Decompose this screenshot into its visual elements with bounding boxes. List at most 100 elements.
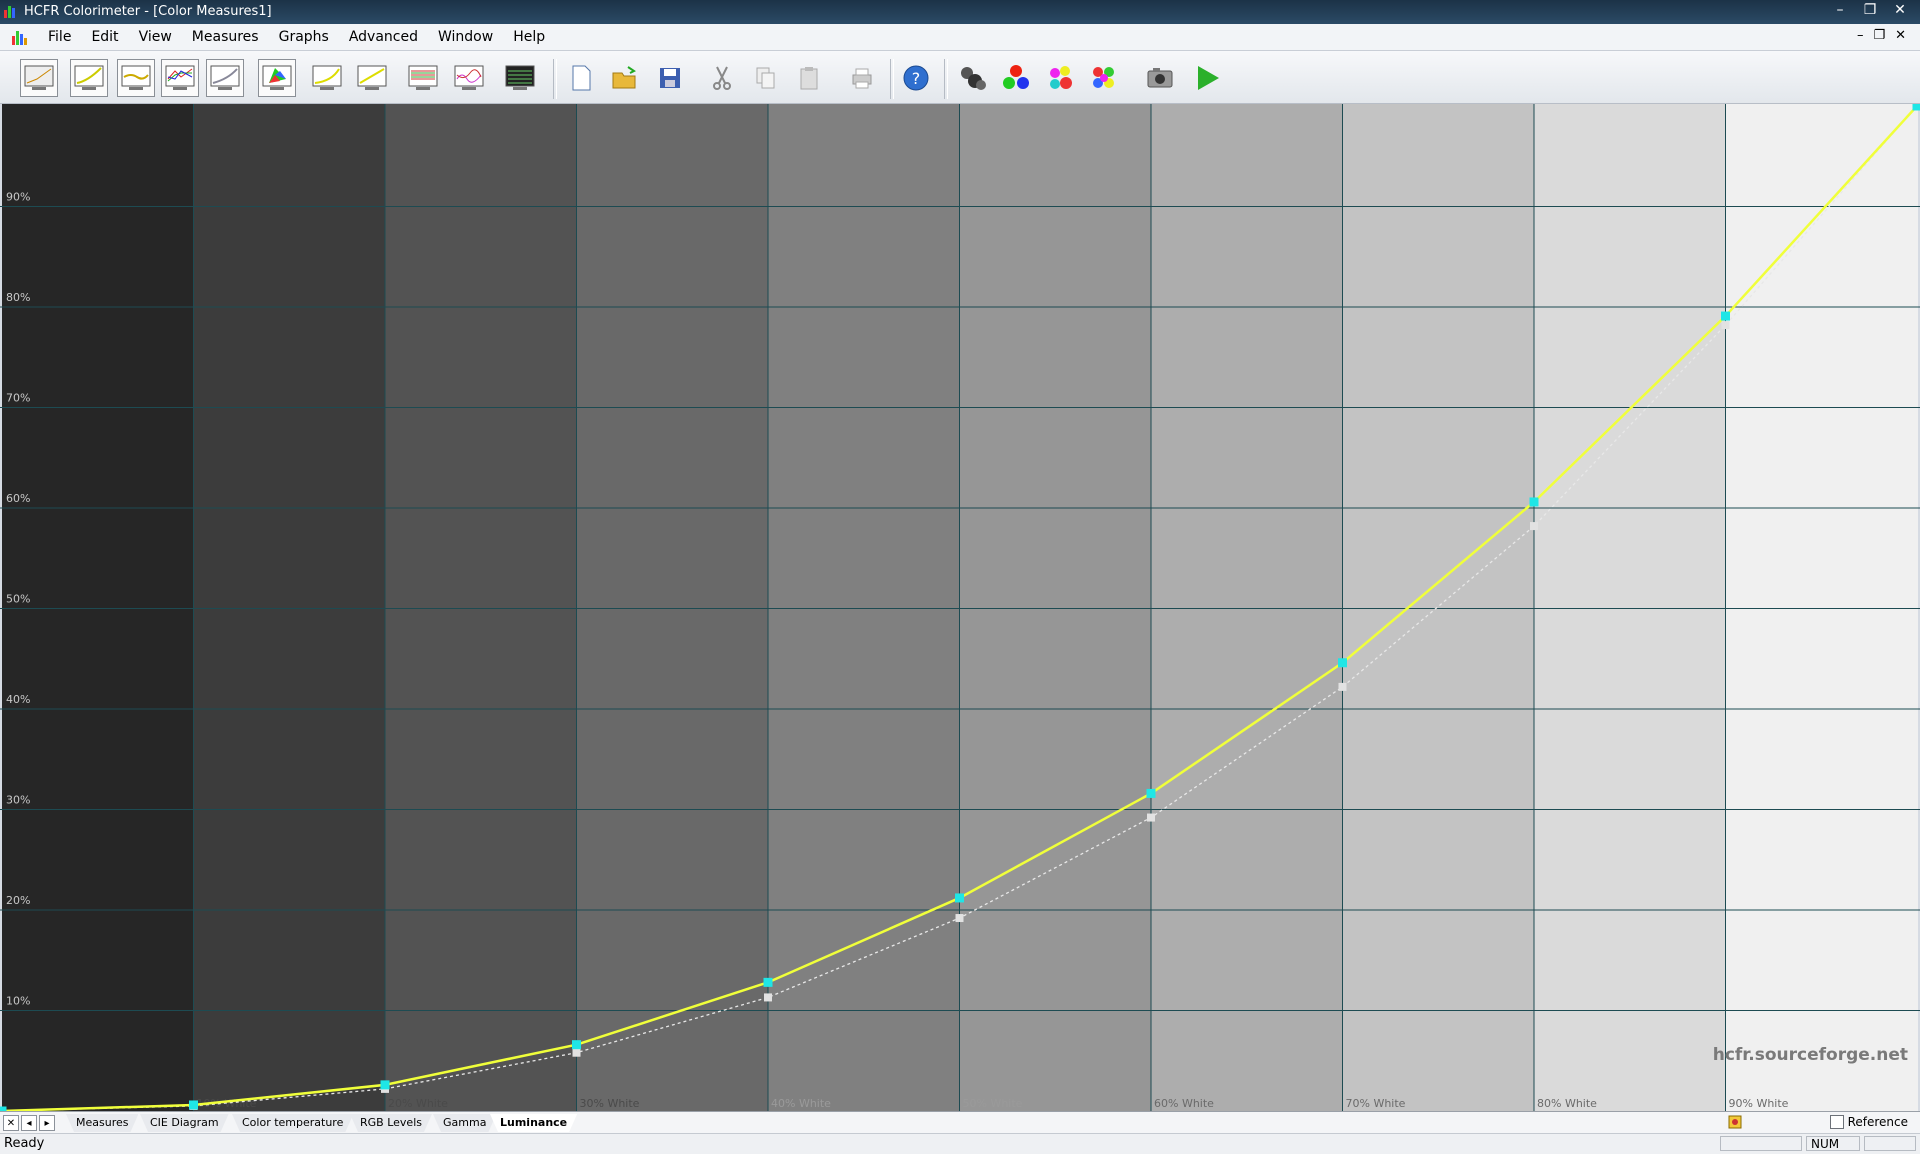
rgb-measure-icon[interactable]: [997, 59, 1035, 97]
play-icon[interactable]: [1188, 59, 1226, 97]
reference-label: Reference: [1848, 1115, 1908, 1129]
document-icon[interactable]: [12, 29, 28, 45]
reference-point: [764, 993, 772, 1001]
sensor-icon[interactable]: [953, 59, 991, 97]
gray-band: [768, 104, 961, 1111]
luminance-chart: 10%20%30%40%50%60%70%80%90% 10% White20%…: [0, 104, 1920, 1111]
reference-point: [573, 1049, 581, 1057]
y-tick-label: 50%: [6, 593, 30, 606]
gray-band: [577, 104, 770, 1111]
cie-diagram-view-icon[interactable]: [70, 59, 108, 97]
menu-window[interactable]: Window: [428, 29, 503, 45]
toolbar-separator: [890, 59, 894, 99]
toolbar: ?: [0, 51, 1920, 104]
reference-point: [1722, 321, 1730, 329]
y-tick-label: 90%: [6, 191, 30, 204]
title-bar: HCFR Colorimeter - [Color Measures1] – ❐…: [0, 0, 1920, 24]
toolbar-separator: [553, 59, 557, 99]
tab-bar: ✕ ◂ ▸ Measures CIE Diagram Color tempera…: [0, 1111, 1920, 1134]
help-icon[interactable]: ?: [897, 59, 935, 97]
reference-target-icon[interactable]: [1728, 1115, 1742, 1129]
x-tick-label: 30% White: [580, 1097, 640, 1110]
print-icon[interactable]: [843, 59, 881, 97]
tab-luminance[interactable]: Luminance: [490, 1114, 577, 1132]
tab-cie-diagram[interactable]: CIE Diagram: [140, 1114, 229, 1132]
saturation-view-icon[interactable]: [353, 59, 391, 97]
measured-point: [1338, 658, 1347, 667]
gray-band: [385, 104, 578, 1111]
mdi-minimize-button[interactable]: –: [1857, 28, 1864, 43]
mdi-close-button[interactable]: ✕: [1895, 28, 1906, 43]
menu-file[interactable]: File: [38, 29, 81, 45]
measured-point: [1147, 789, 1156, 798]
measured-point: [1913, 104, 1920, 111]
reference-point: [1147, 814, 1155, 822]
new-document-icon[interactable]: [562, 59, 600, 97]
menu-bar: File Edit View Measures Graphs Advanced …: [0, 24, 1920, 51]
near-white-view-icon[interactable]: [450, 59, 488, 97]
menu-graphs[interactable]: Graphs: [269, 29, 339, 45]
x-tick-label: 90% White: [1729, 1097, 1789, 1110]
all-colors-icon[interactable]: [1085, 59, 1123, 97]
measures-view-icon[interactable]: [20, 59, 58, 97]
y-tick-label: 10%: [6, 995, 30, 1008]
gray-band: [194, 104, 387, 1111]
x-tick-label: 80% White: [1537, 1097, 1597, 1110]
status-cell-caps: [1720, 1136, 1802, 1151]
restore-button[interactable]: ❐: [1856, 0, 1884, 20]
y-tick-label: 60%: [6, 492, 30, 505]
x-axis-labels: 10% White20% White30% White40% White50% …: [197, 1097, 1789, 1110]
x-tick-label: 20% White: [388, 1097, 448, 1110]
menu-advanced[interactable]: Advanced: [339, 29, 428, 45]
open-folder-icon[interactable]: [606, 59, 644, 97]
spectrum-view-icon[interactable]: [501, 59, 539, 97]
secondary-colors-icon[interactable]: [1041, 59, 1079, 97]
measured-point: [764, 978, 773, 987]
menu-measures[interactable]: Measures: [182, 29, 269, 45]
x-tick-label: 60% White: [1154, 1097, 1214, 1110]
measured-point: [1721, 312, 1730, 321]
tab-gamma[interactable]: Gamma: [433, 1114, 496, 1132]
luminance-view-icon[interactable]: [308, 59, 346, 97]
gamma-view-icon[interactable]: [206, 59, 244, 97]
status-bar: Ready NUM: [0, 1133, 1920, 1154]
measured-point: [955, 893, 964, 902]
menu-edit[interactable]: Edit: [81, 29, 128, 45]
tab-measures[interactable]: Measures: [66, 1114, 138, 1132]
measured-point: [1530, 497, 1539, 506]
save-icon[interactable]: [651, 59, 689, 97]
y-tick-label: 20%: [6, 894, 30, 907]
reference-checkbox[interactable]: [1830, 1115, 1844, 1129]
tab-rgb-levels[interactable]: RGB Levels: [350, 1114, 432, 1132]
color-temperature-view-icon[interactable]: [117, 59, 155, 97]
measured-point: [381, 1080, 390, 1089]
mdi-restore-button[interactable]: ❐: [1873, 28, 1885, 43]
y-tick-label: 30%: [6, 794, 30, 807]
camera-icon[interactable]: [1141, 59, 1179, 97]
y-tick-label: 40%: [6, 693, 30, 706]
toolbar-separator: [944, 59, 948, 99]
minimize-button[interactable]: –: [1826, 0, 1854, 20]
menu-help[interactable]: Help: [503, 29, 555, 45]
paste-icon[interactable]: [790, 59, 828, 97]
x-tick-label: 40% White: [771, 1097, 831, 1110]
cut-icon[interactable]: [703, 59, 741, 97]
tab-next-button[interactable]: ▸: [39, 1115, 55, 1131]
status-text: Ready: [4, 1136, 44, 1151]
rgb-levels-view-icon[interactable]: [161, 59, 199, 97]
close-view-button[interactable]: ✕: [3, 1115, 19, 1131]
cie-chart-icon[interactable]: [258, 59, 296, 97]
reference-point: [1339, 683, 1347, 691]
gray-band: [2, 104, 195, 1111]
near-black-view-icon[interactable]: [404, 59, 442, 97]
tab-color-temperature[interactable]: Color temperature: [232, 1114, 353, 1132]
gray-band: [1726, 104, 1919, 1111]
app-icon: [4, 4, 18, 18]
gray-band: [1343, 104, 1536, 1111]
menu-view[interactable]: View: [129, 29, 182, 45]
close-button[interactable]: ✕: [1886, 0, 1914, 20]
copy-icon[interactable]: [746, 59, 784, 97]
measured-point: [189, 1100, 198, 1109]
y-tick-label: 80%: [6, 291, 30, 304]
tab-prev-button[interactable]: ◂: [21, 1115, 37, 1131]
